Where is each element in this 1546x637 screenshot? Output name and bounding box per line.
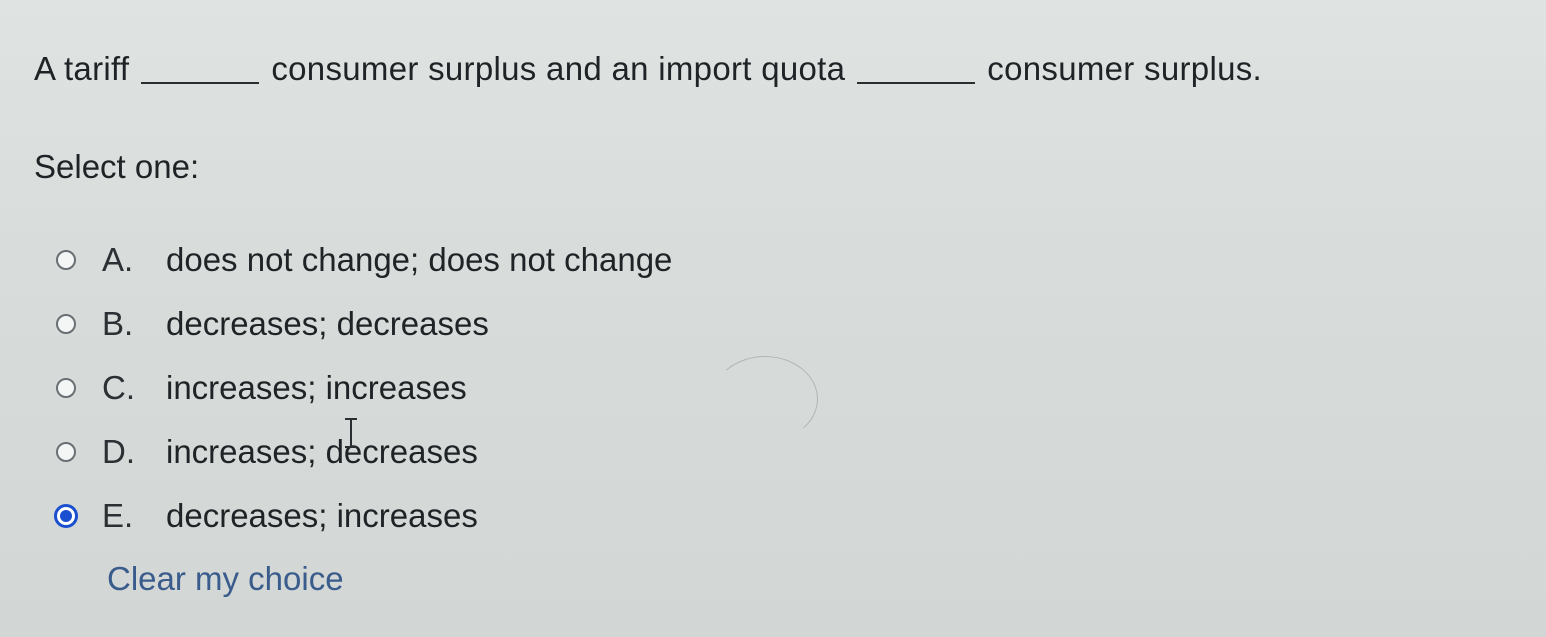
question-part-2: consumer surplus and an import quota [271,50,846,87]
question-part-1: A tariff [34,50,130,87]
option-letter-d: D. [102,433,135,470]
radio-button-c[interactable] [56,378,76,398]
answer-blank-2 [857,82,976,84]
option-text-a: does not change; does not change [166,241,673,278]
option-letter-e: E. [102,497,134,534]
screen-smudge [712,356,818,442]
option-a[interactable]: A. does not change; does not change [56,228,672,292]
option-letter-c: C. [102,369,135,406]
option-d[interactable]: D. increases; decreases [56,420,672,484]
radio-button-b[interactable] [56,314,76,334]
option-text-c: increases; increases [166,369,467,406]
option-letter-a: A. [102,241,134,278]
radio-button-d[interactable] [56,442,76,462]
select-one-prompt: Select one: [34,148,200,185]
text-cursor-icon [345,418,357,448]
option-c[interactable]: C. increases; increases [56,356,672,420]
option-text-e: decreases; increases [166,497,478,534]
answer-blank-1 [141,82,260,84]
option-text-b: decreases; decreases [166,305,489,342]
option-e[interactable]: E. decreases; increases [54,484,672,548]
question-part-3: consumer surplus. [987,50,1263,87]
option-b[interactable]: B. decreases; decreases [56,292,672,356]
radio-button-e-selected[interactable] [54,504,78,528]
option-text-d: increases; decreases [166,433,478,470]
clear-my-choice-link[interactable]: Clear my choice [107,560,344,598]
option-letter-b: B. [102,305,134,342]
radio-button-a[interactable] [56,250,76,270]
question-text: A tariff consumer surplus and an import q… [34,50,1262,88]
answer-options: A. does not change; does not change B. d… [54,228,672,548]
